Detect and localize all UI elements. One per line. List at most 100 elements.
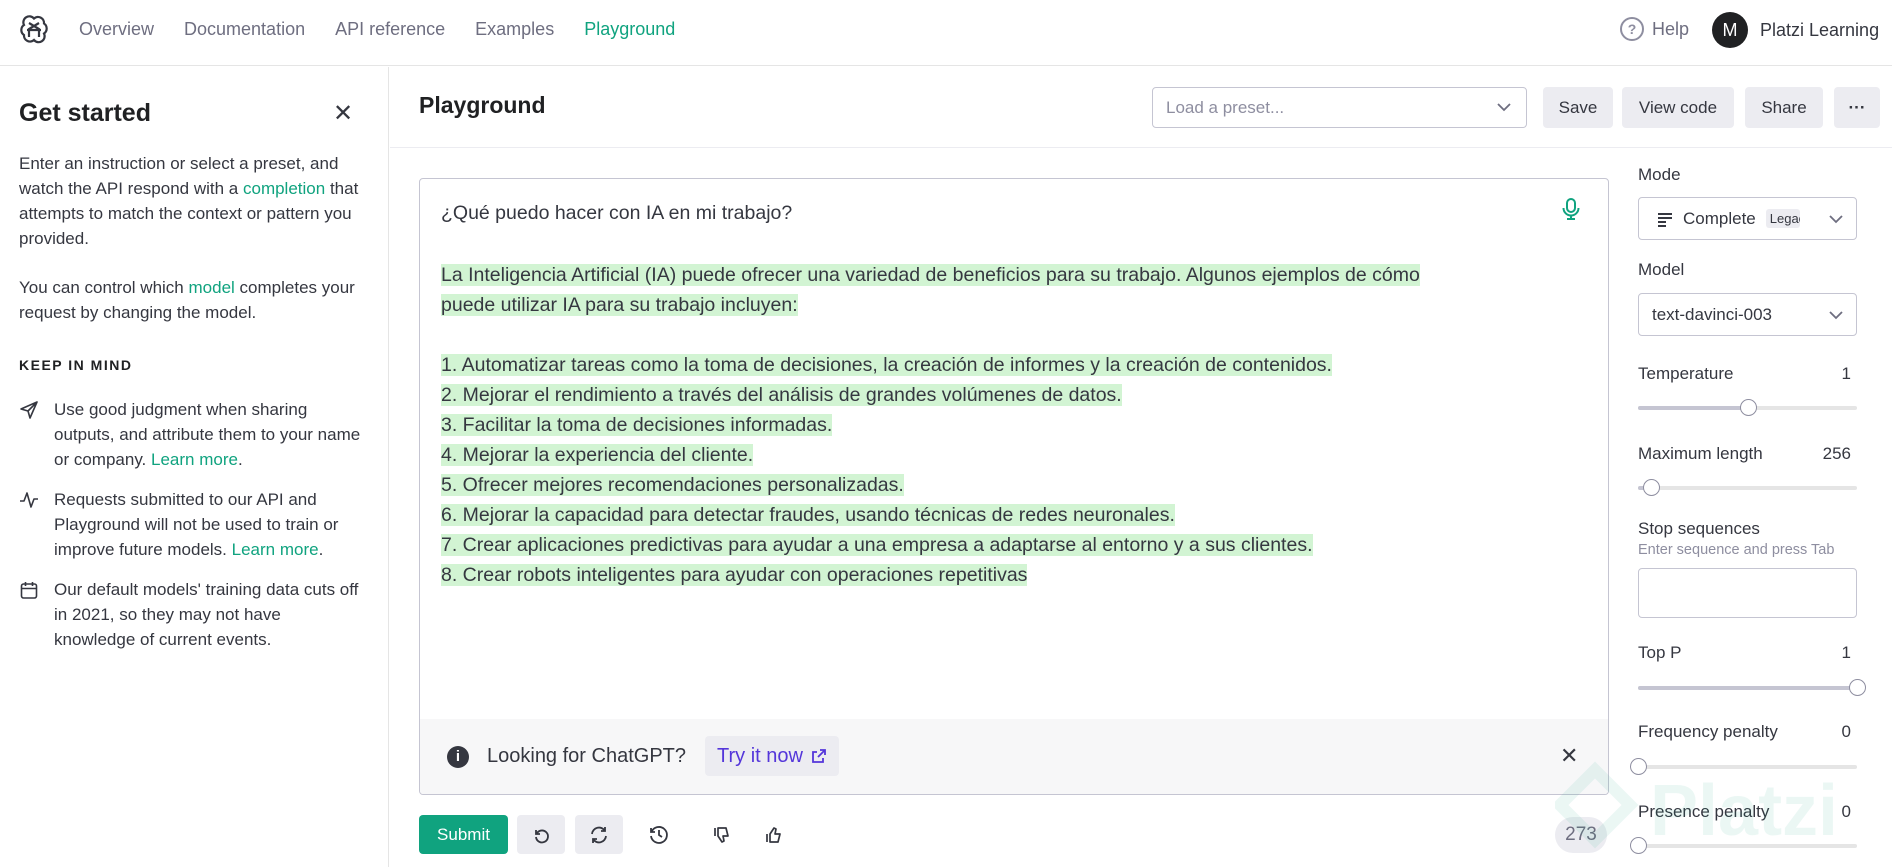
completion-line: 1. Automatizar tareas como la toma de de…: [441, 350, 1591, 380]
nav-overview[interactable]: Overview: [79, 19, 154, 40]
tip-training-data: Our default models' training data cuts o…: [19, 577, 364, 652]
preset-placeholder: Load a preset...: [1166, 97, 1285, 117]
microphone-icon[interactable]: [1560, 197, 1582, 221]
chevron-down-icon: [1497, 103, 1511, 112]
completion-highlight: La Inteligencia Artificial (IA) puede of…: [441, 264, 1420, 286]
learn-more-link[interactable]: Learn more: [151, 450, 238, 469]
maximum-length-value[interactable]: 256: [1823, 444, 1851, 464]
nav-api-reference[interactable]: API reference: [335, 19, 445, 40]
thumbs-down-button[interactable]: [698, 815, 746, 854]
avatar: M: [1712, 12, 1748, 48]
completion-line: 5. Ofrecer mejores recomendaciones perso…: [441, 470, 1591, 500]
completion-line: 3. Facilitar la toma de decisiones infor…: [441, 410, 1591, 440]
mode-label: Mode: [1638, 165, 1681, 184]
model-select[interactable]: text-davinci-003: [1638, 293, 1857, 336]
top-p-label: Top P: [1638, 643, 1682, 662]
preset-select[interactable]: Load a preset...: [1152, 87, 1527, 128]
save-button[interactable]: Save: [1543, 87, 1613, 128]
tip-privacy: Requests submitted to our API and Playgr…: [19, 487, 364, 562]
prompt-editor[interactable]: ¿Qué puedo hacer con IA en mi trabajo? L…: [419, 178, 1609, 795]
completion-line: 8. Crear robots inteligentes para ayudar…: [441, 560, 1591, 590]
help-link[interactable]: ? Help: [1620, 17, 1689, 41]
legacy-badge: Legacy: [1765, 209, 1800, 228]
nav-documentation[interactable]: Documentation: [184, 19, 305, 40]
calendar-icon: [20, 582, 38, 599]
header-divider: [390, 147, 1892, 148]
get-started-sidebar: Get started ✕ Enter an instruction or se…: [0, 67, 389, 867]
slider-thumb[interactable]: [1643, 479, 1661, 496]
completion-highlight: 1. Automatizar tareas como la toma de de…: [441, 354, 1332, 376]
help-label: Help: [1652, 18, 1690, 39]
thumbs-down-icon: [714, 826, 729, 843]
activity-icon: [20, 492, 38, 508]
history-icon: [650, 825, 668, 844]
undo-button[interactable]: [517, 815, 565, 854]
sidebar-intro: Enter an instruction or select a preset,…: [19, 151, 359, 251]
frequency-penalty-value[interactable]: 0: [1842, 722, 1851, 742]
completion-highlight: puede utilizar IA para su trabajo incluy…: [441, 294, 798, 316]
banner-text: Looking for ChatGPT?: [487, 745, 686, 767]
undo-icon: [535, 829, 549, 843]
thumbs-up-icon: [766, 826, 781, 843]
nav-playground[interactable]: Playground: [584, 19, 675, 40]
slider-thumb[interactable]: [1849, 679, 1866, 696]
completion-highlight: 2. Mejorar el rendimiento a través del a…: [441, 384, 1122, 406]
model-label: Model: [1638, 260, 1685, 279]
tip-sharing: Use good judgment when sharing outputs, …: [19, 397, 364, 472]
chevron-down-icon: [1829, 215, 1843, 224]
model-link[interactable]: model: [189, 278, 235, 297]
completion-line: 2. Mejorar el rendimiento a través del a…: [441, 380, 1591, 410]
complete-mode-icon: [1658, 212, 1672, 227]
refresh-icon: [591, 826, 607, 843]
completion-line: puede utilizar IA para su trabajo incluy…: [441, 290, 1591, 320]
completion-highlight: 4. Mejorar la experiencia del cliente.: [441, 444, 754, 466]
try-it-now-link[interactable]: Try it now: [705, 736, 839, 776]
regenerate-button[interactable]: [575, 815, 623, 854]
info-icon: i: [447, 746, 469, 768]
model-value: text-davinci-003: [1652, 304, 1773, 324]
view-code-button[interactable]: View code: [1622, 87, 1734, 128]
mode-select[interactable]: Complete Legacy: [1638, 197, 1857, 240]
maximum-length-slider[interactable]: [1638, 479, 1857, 496]
completion-highlight: 7. Crear aplicaciones predictivas para a…: [441, 534, 1313, 556]
stop-sequences-label: Stop sequences: [1638, 519, 1760, 538]
external-link-icon: [812, 749, 826, 763]
temperature-label: Temperature: [1638, 364, 1734, 383]
completion-line: 7. Crear aplicaciones predictivas para a…: [441, 530, 1591, 560]
completion-line: 4. Mejorar la experiencia del cliente.: [441, 440, 1591, 470]
tip-text: Our default models' training data cuts o…: [54, 580, 359, 649]
stop-sequences-input[interactable]: [1638, 568, 1857, 618]
maximum-length-label: Maximum length: [1638, 444, 1763, 463]
openai-logo-icon[interactable]: [18, 14, 50, 46]
help-icon: ?: [1620, 17, 1644, 41]
nav-links: Overview Documentation API reference Exa…: [79, 0, 705, 58]
chevron-down-icon: [1829, 311, 1843, 320]
nav-examples[interactable]: Examples: [475, 19, 554, 40]
temperature-value[interactable]: 1: [1842, 364, 1851, 384]
completion-highlight: 8. Crear robots inteligentes para ayudar…: [441, 564, 1028, 586]
completion-output[interactable]: La Inteligencia Artificial (IA) puede of…: [441, 260, 1591, 590]
completion-highlight: 3. Facilitar la toma de decisiones infor…: [441, 414, 833, 436]
completion-line: 6. Mejorar la capacidad para detectar fr…: [441, 500, 1591, 530]
slider-thumb[interactable]: [1739, 399, 1757, 416]
top-p-slider[interactable]: [1638, 679, 1866, 696]
completion-line: [441, 320, 1591, 350]
prompt-text[interactable]: ¿Qué puedo hacer con IA en mi trabajo?: [441, 202, 792, 225]
submit-button[interactable]: Submit: [419, 815, 508, 854]
completion-link[interactable]: completion: [243, 179, 325, 198]
top-p-value[interactable]: 1: [1842, 643, 1851, 663]
page-title: Playground: [419, 92, 546, 118]
platzi-watermark: Platzi: [1555, 761, 1838, 851]
completion-highlight: 5. Ofrecer mejores recomendaciones perso…: [441, 474, 904, 496]
share-button[interactable]: Share: [1745, 87, 1823, 128]
watermark-text: Platzi: [1650, 771, 1838, 851]
user-menu[interactable]: M Platzi Learning: [1712, 12, 1879, 48]
temperature-slider[interactable]: [1638, 399, 1857, 416]
more-options-button[interactable]: ···: [1834, 87, 1880, 128]
top-nav: Overview Documentation API reference Exa…: [0, 0, 1892, 66]
close-sidebar-icon[interactable]: ✕: [330, 101, 356, 127]
history-button[interactable]: [635, 815, 683, 854]
learn-more-link[interactable]: Learn more: [232, 540, 319, 559]
keep-in-mind-heading: KEEP IN MIND: [19, 357, 133, 373]
thumbs-up-button[interactable]: [750, 815, 798, 854]
